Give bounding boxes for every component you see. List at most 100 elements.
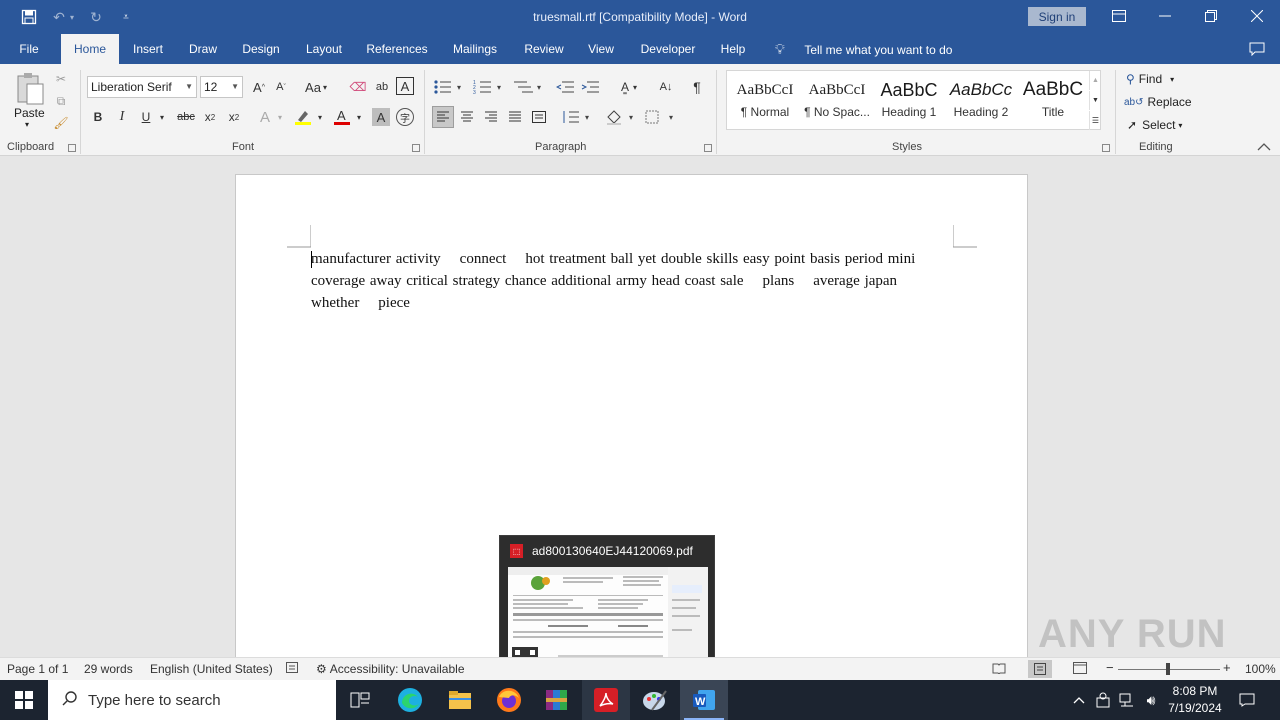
zoom-level[interactable]: 100% (1245, 662, 1276, 676)
print-layout-icon[interactable] (1028, 660, 1052, 678)
find-button[interactable]: ⚲ Find ▾ (1126, 70, 1174, 88)
style-title[interactable]: AaBbC Title (1017, 75, 1089, 127)
close-icon[interactable] (1234, 0, 1280, 32)
highlight-icon[interactable] (293, 106, 313, 128)
align-left-icon[interactable] (432, 106, 454, 128)
comments-icon[interactable] (1247, 39, 1267, 59)
align-right-icon[interactable] (480, 106, 502, 128)
styles-scroll-down-icon[interactable]: ▼ (1089, 91, 1101, 110)
paste-label[interactable]: Paste (14, 106, 45, 120)
web-layout-icon[interactable] (1073, 662, 1087, 677)
numbering-icon[interactable]: 1 2 3 ▾ (472, 76, 506, 98)
notifications-icon[interactable] (1234, 680, 1260, 720)
sign-in-button[interactable]: Sign in (1028, 7, 1086, 26)
change-case-icon[interactable]: Aa ▾ (302, 76, 330, 98)
font-launcher-icon[interactable] (412, 144, 420, 152)
format-painter-icon[interactable]: 🖌︎ (52, 114, 70, 132)
tab-draw[interactable]: Draw (182, 34, 224, 64)
bullets-icon[interactable]: ▾ (432, 76, 466, 98)
increase-indent-icon[interactable] (580, 76, 600, 98)
read-mode-icon[interactable] (992, 662, 1006, 677)
minimize-icon[interactable] (1142, 0, 1188, 32)
file-explorer-icon[interactable] (436, 680, 484, 720)
show-formatting-icon[interactable]: ¶ (688, 76, 706, 98)
sort-icon[interactable]: A↓ (656, 76, 676, 98)
styles-scroll-up-icon[interactable]: ▲ (1089, 71, 1101, 90)
clear-formatting-icon[interactable]: ⌫ (348, 76, 368, 98)
accessibility-checker[interactable]: ⚙︎ Accessibility: Unavailable (316, 662, 465, 676)
style-heading-2[interactable]: AaBbCc Heading 2 (945, 75, 1017, 127)
tab-help[interactable]: Help (714, 34, 752, 64)
strikethrough-icon[interactable]: abc (176, 106, 196, 128)
collapse-ribbon-icon[interactable] (1256, 140, 1272, 154)
word-count[interactable]: 29 words (84, 662, 133, 676)
style-normal[interactable]: AaBbCcI ¶ Normal (729, 75, 801, 127)
line-spacing-icon[interactable]: ▾ (560, 106, 594, 128)
text-effects-dropdown-icon[interactable]: ▾ (275, 106, 285, 128)
enclose-characters-icon[interactable]: 字 (396, 108, 414, 126)
firefox-icon[interactable] (485, 680, 533, 720)
paint-icon[interactable] (631, 680, 679, 720)
tab-references[interactable]: References (362, 34, 432, 64)
network-icon[interactable] (1116, 680, 1138, 720)
character-border-icon[interactable]: A (396, 77, 414, 95)
align-center-icon[interactable] (456, 106, 478, 128)
volume-icon[interactable]: 🔊︎ (1140, 680, 1162, 720)
grow-font-icon[interactable]: A ^ (250, 76, 268, 98)
tab-file[interactable]: File (8, 34, 50, 64)
phonetic-guide-icon[interactable]: ab (372, 76, 392, 98)
character-shading-icon[interactable]: A (372, 108, 390, 126)
tell-me-search[interactable]: 💡︎ Tell me what you want to do (775, 34, 952, 64)
text-effects-icon[interactable]: A (256, 106, 274, 128)
shrink-font-icon[interactable]: Aˇ (272, 76, 290, 98)
tab-insert[interactable]: Insert (126, 34, 170, 64)
language-indicator[interactable]: English (United States) (150, 662, 273, 676)
replace-button[interactable]: ab↺ Replace (1124, 93, 1192, 111)
style-heading-1[interactable]: AaBbC Heading 1 (873, 75, 945, 127)
zoom-in-icon[interactable]: + (1223, 660, 1231, 675)
superscript-icon[interactable]: x2 (224, 106, 244, 128)
system-clock[interactable]: 8:08 PM 7/19/2024 (1160, 683, 1230, 717)
bold-icon[interactable]: B (89, 106, 107, 128)
font-color-dropdown-icon[interactable]: ▾ (354, 106, 364, 128)
restore-icon[interactable] (1188, 0, 1234, 32)
subscript-icon[interactable]: x2 (200, 106, 220, 128)
zoom-out-icon[interactable]: − (1106, 660, 1114, 675)
acrobat-icon[interactable] (582, 680, 630, 720)
page-count[interactable]: Page 1 of 1 (7, 662, 68, 676)
styles-launcher-icon[interactable] (1102, 144, 1110, 152)
security-icon[interactable] (1092, 680, 1114, 720)
tab-layout[interactable]: Layout (298, 34, 350, 64)
tab-mailings[interactable]: Mailings (445, 34, 505, 64)
underline-icon[interactable]: U (137, 106, 155, 128)
tab-view[interactable]: View (582, 34, 620, 64)
copy-icon[interactable]: ⧉ (52, 92, 70, 110)
justify-icon[interactable] (504, 106, 526, 128)
shading-icon[interactable]: ▾ (604, 106, 638, 128)
zoom-slider-thumb[interactable] (1166, 663, 1170, 675)
cut-icon[interactable]: ✂ (52, 70, 70, 88)
tab-design[interactable]: Design (236, 34, 286, 64)
tab-home[interactable]: Home (61, 34, 119, 64)
font-size-combo[interactable]: 12 ▼ (200, 76, 243, 98)
styles-more-icon[interactable]: ☰ (1089, 111, 1101, 130)
select-button[interactable]: ➚ Select ▾ (1127, 116, 1182, 134)
distributed-icon[interactable] (528, 106, 550, 128)
asian-layout-icon[interactable]: A̳ ▾ (612, 76, 646, 98)
font-name-combo[interactable]: Liberation Serif ▼ (87, 76, 197, 98)
macro-recording-icon[interactable] (286, 662, 298, 676)
task-view-icon[interactable] (336, 680, 384, 720)
decrease-indent-icon[interactable] (555, 76, 575, 98)
style-no-spacing[interactable]: AaBbCcI ¶ No Spac... (801, 75, 873, 127)
windows-start-icon[interactable] (0, 680, 48, 720)
show-hidden-icons-icon[interactable] (1068, 680, 1090, 720)
underline-dropdown-icon[interactable]: ▾ (157, 106, 167, 128)
paste-icon[interactable] (12, 70, 48, 108)
paragraph-launcher-icon[interactable] (704, 144, 712, 152)
document-body-text[interactable]: manufacturer activity connect hot treatm… (311, 248, 941, 314)
borders-icon[interactable]: ▾ (644, 106, 678, 128)
multilevel-list-icon[interactable]: ▾ (512, 76, 546, 98)
word-icon[interactable]: W (680, 680, 728, 720)
font-color-icon[interactable]: A (332, 106, 352, 128)
edge-icon[interactable] (386, 680, 434, 720)
